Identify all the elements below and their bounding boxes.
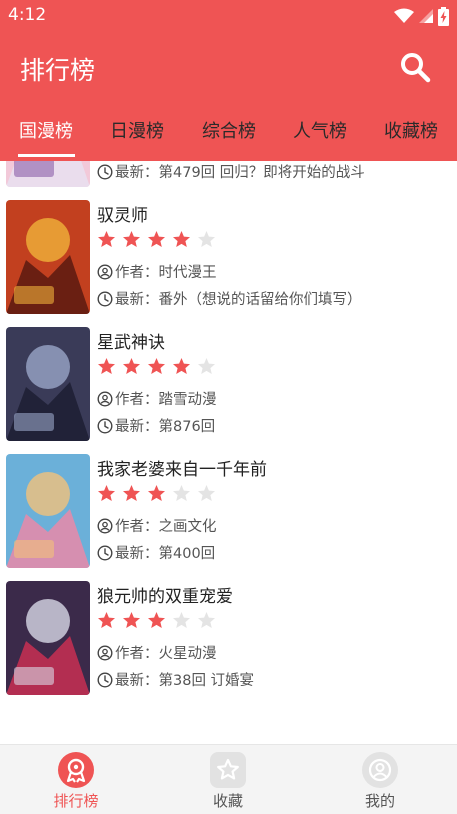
star-filled-icon xyxy=(98,485,115,501)
status-icons xyxy=(394,6,449,26)
comic-latest-chapter: 最新：第400回 xyxy=(97,542,215,563)
status-bar: 4:12 xyxy=(0,0,457,32)
comic-title[interactable]: 驭灵师 xyxy=(97,201,148,226)
star-filled-icon xyxy=(148,358,165,374)
comic-title[interactable]: 我家老婆来自一千年前 xyxy=(97,455,267,480)
rating-stars xyxy=(97,611,216,629)
nav-label-favorites: 收藏 xyxy=(212,792,243,810)
favorites-icon xyxy=(210,752,246,788)
comic-cover-image[interactable] xyxy=(6,200,90,314)
profile-icon xyxy=(362,752,398,788)
comic-latest-text: 最新：第400回 xyxy=(115,546,216,562)
comic-list-item[interactable]: 驭灵师作者：时代漫王最新：番外（想说的话留给你们填写） xyxy=(0,198,457,325)
clock-icon xyxy=(97,290,113,307)
comic-author: 作者：火星动漫 xyxy=(97,642,217,663)
tab-shoucang[interactable]: 收藏榜 xyxy=(371,102,451,161)
tab-zonghe[interactable]: 综合榜 xyxy=(189,102,269,161)
user-icon xyxy=(97,517,113,534)
comic-list-item[interactable]: 我家老婆来自一千年前作者：之画文化 最新：第400回 xyxy=(0,452,457,579)
tab-renqi[interactable]: 人气榜 xyxy=(280,102,360,161)
comic-list-item[interactable]: 狼元帅的双重宠爱作者：火星动漫最新：第38回 订婚宴 xyxy=(0,579,457,706)
nav-item-ranking[interactable]: 排行榜 xyxy=(0,745,152,814)
status-time: 4:12 xyxy=(8,5,47,25)
comic-latest-chapter: 最新：第479回 回归？即将开始的战斗 xyxy=(97,161,365,182)
bottom-nav: 排行榜 收藏 我的 xyxy=(0,744,457,814)
clock-icon xyxy=(97,544,113,561)
star-filled-icon xyxy=(173,231,190,247)
rating-stars xyxy=(97,357,216,375)
comic-cover-image[interactable] xyxy=(6,454,90,568)
battery-charging-icon xyxy=(438,6,449,26)
comic-list-item[interactable]: 星武神诀作者：踏雪动漫 最新：第876回 xyxy=(0,325,457,452)
rating-stars xyxy=(97,484,216,502)
rating-stars xyxy=(97,230,216,248)
comic-author-text: 作者：火星动漫 xyxy=(115,646,217,662)
app-bar: 排行榜 xyxy=(0,32,457,102)
nav-item-profile[interactable]: 我的 xyxy=(304,745,456,814)
star-empty-icon xyxy=(198,231,215,247)
star-empty-icon xyxy=(173,485,190,501)
nav-label-ranking: 排行榜 xyxy=(53,792,99,810)
page-title: 排行榜 xyxy=(20,56,96,85)
comic-author: 作者：踏雪动漫 xyxy=(97,388,217,409)
nav-label-profile: 我的 xyxy=(364,792,395,810)
tab-bar: 国漫榜 日漫榜 综合榜 人气榜 收藏榜 xyxy=(0,102,457,161)
star-filled-icon xyxy=(123,358,140,374)
wifi-icon xyxy=(394,8,414,23)
user-icon xyxy=(97,644,113,661)
star-filled-icon xyxy=(123,485,140,501)
comic-latest-text: 最新：第876回 xyxy=(115,419,216,435)
clock-icon xyxy=(97,163,113,180)
star-empty-icon xyxy=(198,485,215,501)
search-icon[interactable] xyxy=(399,51,431,83)
ranking-icon xyxy=(58,752,94,788)
comic-latest-text: 最新：第479回 回归？即将开始的战斗 xyxy=(115,165,365,181)
star-filled-icon xyxy=(123,612,140,628)
star-filled-icon xyxy=(123,231,140,247)
clock-icon xyxy=(97,671,113,688)
nav-item-favorites[interactable]: 收藏 xyxy=(152,745,304,814)
star-filled-icon xyxy=(173,358,190,374)
comic-title[interactable]: 星武神诀 xyxy=(97,328,165,353)
user-icon xyxy=(97,390,113,407)
comic-latest-chapter: 最新：番外（想说的话留给你们填写） xyxy=(97,288,362,309)
comic-latest-chapter: 最新：第38回 订婚宴 xyxy=(97,669,254,690)
star-empty-icon xyxy=(173,612,190,628)
comic-author: 作者：之画文化 xyxy=(97,515,217,536)
comic-list[interactable]: 作者：触岛漫画最新：第479回 回归？即将开始的战斗驭灵师作者：时代漫王最新：番… xyxy=(0,161,457,744)
comic-cover-image[interactable] xyxy=(6,161,90,187)
comic-title[interactable]: 狼元帅的双重宠爱 xyxy=(97,582,233,607)
tab-guoman[interactable]: 国漫榜 xyxy=(6,102,86,161)
tab-riman[interactable]: 日漫榜 xyxy=(97,102,177,161)
star-empty-icon xyxy=(198,358,215,374)
comic-author: 作者：时代漫王 xyxy=(97,261,217,282)
star-empty-icon xyxy=(198,612,215,628)
comic-latest-chapter: 最新：第876回 xyxy=(97,415,215,436)
tab-indicator xyxy=(18,154,75,157)
star-filled-icon xyxy=(98,358,115,374)
signal-icon xyxy=(419,9,433,23)
comic-author-text: 作者：时代漫王 xyxy=(115,265,217,281)
clock-icon xyxy=(97,417,113,434)
comic-latest-text: 最新：第38回 订婚宴 xyxy=(115,673,255,689)
comic-latest-text: 最新：番外（想说的话留给你们填写） xyxy=(115,292,362,308)
comic-author-text: 作者：踏雪动漫 xyxy=(115,392,217,408)
comic-cover-image[interactable] xyxy=(6,327,90,441)
star-filled-icon xyxy=(98,612,115,628)
comic-cover-image[interactable] xyxy=(6,581,90,695)
star-filled-icon xyxy=(148,612,165,628)
user-icon xyxy=(97,263,113,280)
comic-author-text: 作者：之画文化 xyxy=(115,519,217,535)
comic-list-item[interactable]: 作者：触岛漫画最新：第479回 回归？即将开始的战斗 xyxy=(0,161,457,198)
star-filled-icon xyxy=(98,231,115,247)
star-filled-icon xyxy=(148,485,165,501)
star-filled-icon xyxy=(148,231,165,247)
